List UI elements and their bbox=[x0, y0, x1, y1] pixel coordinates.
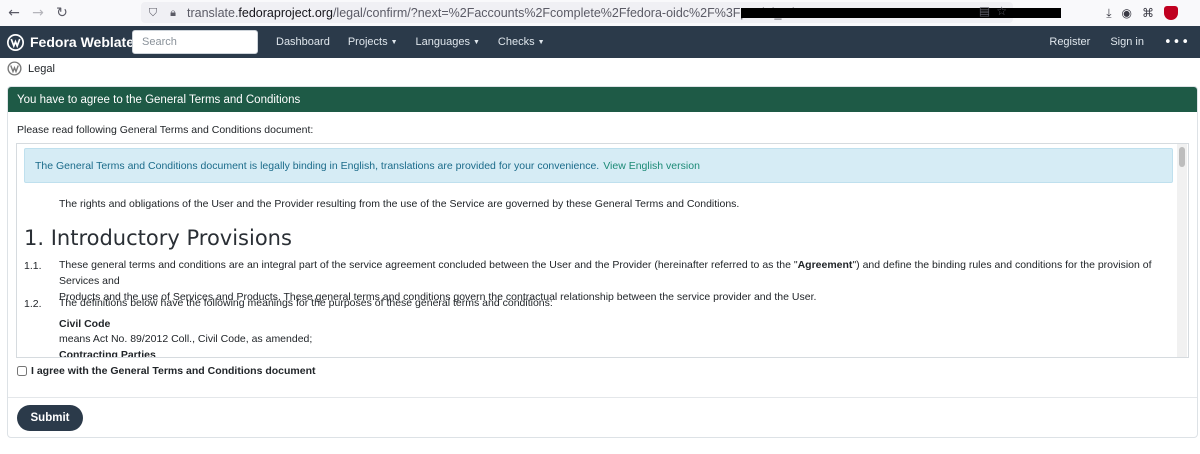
definition-meaning: means Act No. 89/2012 Coll., Civil Code,… bbox=[59, 333, 313, 345]
clause-number: 1.2. bbox=[24, 298, 42, 310]
reader-view-icon[interactable]: ▤ bbox=[979, 4, 990, 18]
definition-term: Contracting Parties bbox=[59, 349, 156, 357]
preamble-text: The rights and obligations of the User a… bbox=[59, 198, 740, 210]
more-menu-icon[interactable]: ••• bbox=[1164, 35, 1190, 50]
intro-text: Please read following General Terms and … bbox=[17, 124, 314, 136]
divider bbox=[8, 397, 1197, 398]
bookmark-star-icon[interactable]: ☆ bbox=[996, 4, 1007, 18]
nav-languages[interactable]: Languages ▼ bbox=[416, 36, 480, 48]
card-header: You have to agree to the General Terms a… bbox=[8, 87, 1197, 112]
nav-checks[interactable]: Checks ▼ bbox=[498, 36, 545, 48]
agree-row[interactable]: I agree with the General Terms and Condi… bbox=[17, 365, 316, 377]
caret-down-icon: ▼ bbox=[472, 39, 480, 46]
reload-icon[interactable]: ↻ bbox=[50, 1, 74, 25]
address-bar[interactable]: ⛉ 🔒︎ translate.fedoraproject.org/legal/c… bbox=[141, 2, 1061, 23]
browser-toolbar: ← → ↻ ⛉ 🔒︎ translate.fedoraproject.org/l… bbox=[0, 0, 1200, 26]
breadcrumb-legal[interactable]: Legal bbox=[28, 63, 55, 75]
weblate-logo-icon[interactable] bbox=[7, 61, 22, 76]
lock-icon[interactable]: 🔒︎ bbox=[165, 5, 181, 21]
agree-checkbox[interactable] bbox=[17, 366, 27, 376]
agree-label[interactable]: I agree with the General Terms and Condi… bbox=[31, 365, 316, 377]
weblate-logo-icon bbox=[7, 33, 24, 51]
ublock-icon[interactable] bbox=[1164, 6, 1178, 20]
section-heading: 1. Introductory Provisions bbox=[24, 226, 292, 250]
scrollbar-thumb[interactable] bbox=[1179, 147, 1185, 167]
search-input[interactable] bbox=[133, 31, 257, 53]
terms-document: The General Terms and Conditions documen… bbox=[17, 144, 1179, 357]
view-english-link[interactable]: View English version bbox=[603, 160, 700, 172]
submit-button[interactable]: Submit bbox=[17, 405, 83, 431]
site-navbar: Fedora Weblate Dashboard Projects▼ Langu… bbox=[0, 26, 1200, 58]
clause-text: The definitions below have the following… bbox=[59, 297, 553, 309]
caret-down-icon: ▼ bbox=[390, 39, 398, 46]
alert-text: The General Terms and Conditions documen… bbox=[35, 159, 600, 172]
back-icon[interactable]: ← bbox=[2, 1, 26, 25]
translation-alert: The General Terms and Conditions documen… bbox=[24, 148, 1173, 183]
nav-dashboard[interactable]: Dashboard bbox=[276, 36, 330, 48]
sign-in-link[interactable]: Sign in bbox=[1110, 36, 1144, 48]
search-box[interactable] bbox=[132, 30, 258, 54]
redacted-token bbox=[741, 8, 1061, 18]
document-scrollbar[interactable] bbox=[1177, 144, 1187, 357]
forward-icon[interactable]: → bbox=[26, 1, 50, 25]
definition-term: Civil Code bbox=[59, 318, 111, 330]
caret-down-icon: ▼ bbox=[537, 39, 545, 46]
terms-card: You have to agree to the General Terms a… bbox=[7, 86, 1198, 438]
nav-projects[interactable]: Projects ▼ bbox=[348, 36, 398, 48]
brand-link[interactable]: Fedora Weblate bbox=[7, 33, 134, 51]
extensions-icon[interactable]: ⌘ bbox=[1142, 6, 1154, 20]
clause-number: 1.1. bbox=[24, 260, 42, 272]
downloads-icon[interactable]: ⤓ bbox=[1106, 6, 1111, 21]
account-icon[interactable]: ◉ bbox=[1122, 6, 1132, 20]
shield-icon[interactable]: ⛉ bbox=[145, 5, 161, 21]
breadcrumb: Legal bbox=[7, 61, 55, 76]
terms-document-frame[interactable]: The General Terms and Conditions documen… bbox=[16, 143, 1189, 358]
register-link[interactable]: Register bbox=[1049, 36, 1090, 48]
brand-name[interactable]: Fedora Weblate bbox=[30, 34, 134, 50]
